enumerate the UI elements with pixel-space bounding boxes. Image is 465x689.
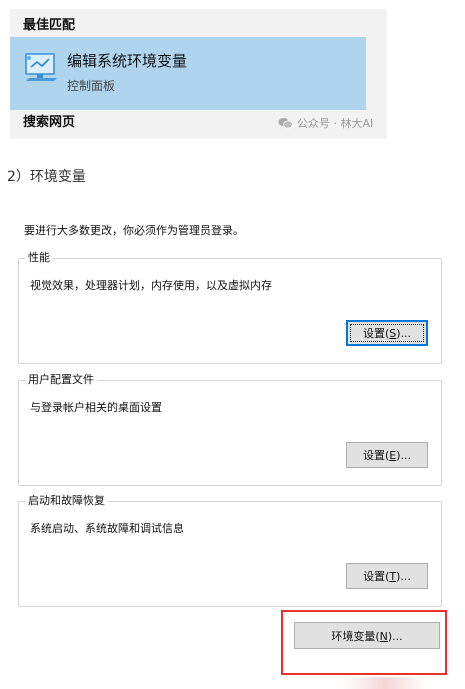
control-panel-monitor-icon	[25, 53, 57, 81]
performance-groupbox: 性能 视觉效果，处理器计划，内存使用，以及虚拟内存 设置(S)...	[18, 251, 442, 364]
best-match-title: 编辑系统环境变量	[67, 52, 188, 70]
performance-settings-label: 设置(S)...	[362, 327, 412, 340]
best-match-subtitle: 控制面板	[67, 79, 116, 93]
wechat-icon	[278, 118, 293, 129]
watermark: 公众号 · 林大AI	[278, 115, 373, 131]
performance-description: 视觉效果，处理器计划，内存使用，以及虚拟内存	[30, 279, 272, 292]
best-match-header: 最佳匹配	[23, 18, 76, 33]
startup-recovery-settings-label: 设置(T)...	[363, 570, 411, 583]
admin-note: 要进行大多数更改，你必须作为管理员登录。	[24, 224, 244, 237]
web-search-header: 搜索网页	[23, 115, 76, 130]
user-profiles-groupbox: 用户配置文件 与登录帐户相关的桌面设置 设置(E)...	[18, 373, 442, 486]
annotation-smudge	[342, 677, 428, 689]
performance-settings-button[interactable]: 设置(S)...	[346, 320, 428, 346]
user-profiles-settings-button[interactable]: 设置(E)...	[346, 442, 428, 468]
startup-recovery-settings-button[interactable]: 设置(T)...	[346, 563, 428, 589]
step-caption: 2）环境变量	[7, 169, 86, 185]
watermark-text: 公众号 · 林大AI	[297, 117, 374, 130]
best-match-item-edit-env-vars[interactable]: 编辑系统环境变量 控制面板	[10, 37, 366, 110]
startup-recovery-description: 系统启动、系统故障和调试信息	[30, 522, 184, 535]
performance-legend: 性能	[25, 251, 53, 265]
user-profiles-settings-label: 设置(E)...	[362, 449, 412, 462]
environment-variables-button[interactable]: 环境变量(N)...	[294, 622, 440, 649]
user-profiles-description: 与登录帐户相关的桌面设置	[30, 401, 162, 414]
startup-recovery-groupbox: 启动和故障恢复 系统启动、系统故障和调试信息 设置(T)...	[18, 494, 442, 607]
user-profiles-legend: 用户配置文件	[25, 373, 97, 387]
startup-recovery-legend: 启动和故障恢复	[25, 494, 108, 508]
environment-variables-label: 环境变量(N)...	[331, 629, 403, 643]
